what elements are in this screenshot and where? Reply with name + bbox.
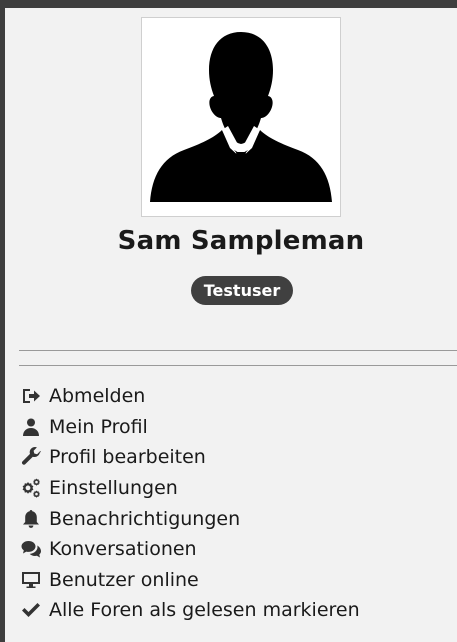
menu-item-mein-profil[interactable]: Mein Profil bbox=[19, 412, 360, 443]
menu-item-label: Profil bearbeiten bbox=[49, 446, 206, 469]
menu-item-einstellungen[interactable]: Einstellungen bbox=[19, 473, 360, 504]
user-icon bbox=[19, 416, 43, 438]
silhouette-avatar-icon bbox=[142, 18, 340, 216]
menu-item-konversationen[interactable]: Konversationen bbox=[19, 534, 360, 565]
menu-item-benachrichtigungen[interactable]: Benachrichtigungen bbox=[19, 503, 360, 534]
user-name: Sam Sampleman bbox=[117, 226, 365, 256]
menu-item-label: Mein Profil bbox=[49, 415, 148, 438]
menu-item-alle-foren-gelesen[interactable]: Alle Foren als gelesen markieren bbox=[19, 595, 360, 626]
cogs-icon bbox=[19, 477, 43, 499]
menu-item-label: Benutzer online bbox=[49, 568, 199, 591]
desktop-icon bbox=[19, 569, 43, 591]
divider bbox=[19, 365, 457, 366]
divider bbox=[19, 350, 457, 351]
menu-item-label: Abmelden bbox=[49, 385, 146, 408]
wrench-icon bbox=[19, 446, 43, 468]
user-panel: Sam Sampleman Testuser Abmelden Mein Pro… bbox=[0, 0, 457, 642]
sign-out-icon bbox=[19, 385, 43, 407]
user-role-badge: Testuser bbox=[191, 276, 293, 305]
check-icon bbox=[19, 599, 43, 621]
menu-item-label: Konversationen bbox=[49, 538, 197, 561]
comments-icon bbox=[19, 538, 43, 560]
user-menu: Abmelden Mein Profil Profil bearbeiten E… bbox=[19, 381, 360, 626]
avatar[interactable] bbox=[141, 17, 341, 217]
top-bar bbox=[5, 0, 457, 8]
menu-item-abmelden[interactable]: Abmelden bbox=[19, 381, 360, 412]
menu-item-benutzer-online[interactable]: Benutzer online bbox=[19, 565, 360, 596]
menu-item-label: Benachrichtigungen bbox=[49, 507, 241, 530]
menu-item-label: Einstellungen bbox=[49, 477, 178, 500]
menu-item-label: Alle Foren als gelesen markieren bbox=[49, 599, 360, 622]
menu-item-profil-bearbeiten[interactable]: Profil bearbeiten bbox=[19, 442, 360, 473]
bell-icon bbox=[19, 508, 43, 530]
